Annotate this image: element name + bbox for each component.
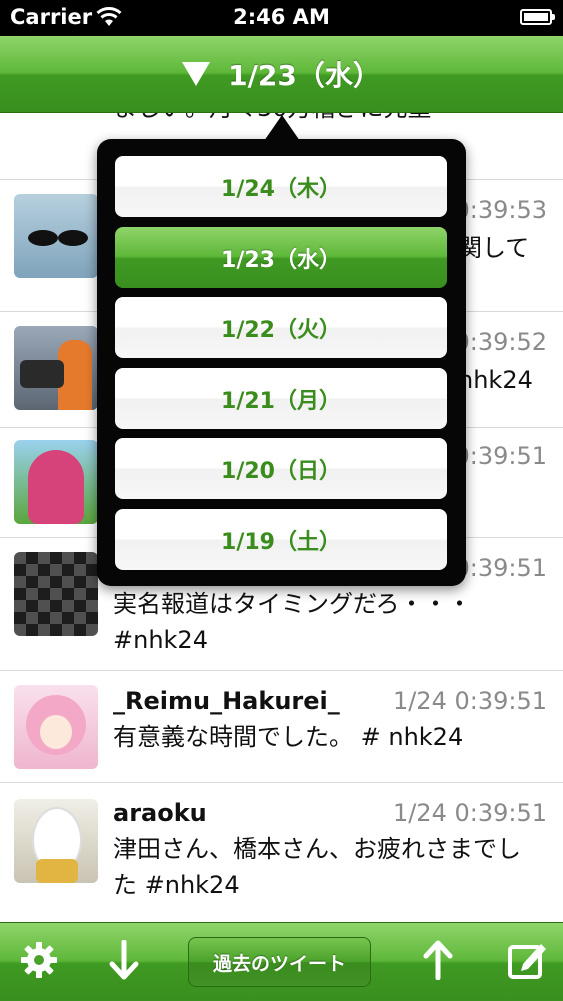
nav-bar: 1/23（水） xyxy=(0,36,563,113)
avatar[interactable] xyxy=(14,194,98,278)
tweet-text: 津田さん、橋本さん、お疲れさまでした #nhk24 xyxy=(113,835,521,899)
date-option[interactable]: 1/21（月） xyxy=(115,368,447,429)
tweet-row[interactable]: araoku 1/24 0:39:51 津田さん、橋本さん、お疲れさまでした #… xyxy=(0,783,563,922)
older-tweets-button[interactable]: 過去のツイート xyxy=(188,937,371,987)
tweet-text: 関して xyxy=(458,234,530,262)
clock: 2:46 AM xyxy=(233,5,330,29)
tweet-time: 0:39:51 xyxy=(454,554,547,582)
popover-arrow xyxy=(264,115,300,141)
compose-button[interactable] xyxy=(498,923,556,1001)
scroll-down-button[interactable] xyxy=(96,923,152,1001)
triangle-down-icon xyxy=(182,62,211,86)
avatar[interactable] xyxy=(14,799,98,883)
date-picker-popover: 1/24（木） 1/23（水） 1/22（火） 1/21（月） 1/20（日） … xyxy=(97,139,466,586)
tweet-row[interactable]: _Reimu_Hakurei_ 1/24 0:39:51 有意義な時間でした。 … xyxy=(0,671,563,783)
date-option[interactable]: 1/20（日） xyxy=(115,438,447,499)
arrow-up-icon xyxy=(423,940,453,984)
tweet-time: 0:39:52 xyxy=(454,328,547,356)
settings-button[interactable] xyxy=(10,923,68,1001)
tweet-time: 0:39:53 xyxy=(454,196,547,224)
compose-icon xyxy=(507,940,547,984)
avatar[interactable] xyxy=(14,440,98,524)
date-option[interactable]: 1/24（木） xyxy=(115,156,447,217)
scroll-up-button[interactable] xyxy=(410,923,466,1001)
date-option-selected[interactable]: 1/23（水） xyxy=(115,227,447,288)
battery-icon xyxy=(520,9,555,25)
date-option[interactable]: 1/22（火） xyxy=(115,297,447,358)
arrow-down-icon xyxy=(109,939,139,984)
tweet-username[interactable]: _Reimu_Hakurei_ xyxy=(113,687,340,715)
date-option[interactable]: 1/19（土） xyxy=(115,509,447,570)
tweet-text: ましい。月々30万稽ぎに先重 xyxy=(113,112,543,126)
tweet-text: nhk24 xyxy=(458,366,533,394)
avatar[interactable] xyxy=(14,552,98,636)
gear-icon xyxy=(20,941,58,983)
avatar[interactable] xyxy=(14,685,98,769)
bottom-toolbar: 過去のツイート xyxy=(0,922,563,1001)
date-selector-button[interactable]: 1/23（水） xyxy=(0,36,563,112)
avatar[interactable] xyxy=(14,326,98,410)
tweet-text: 実名報道はタイミングだろ・・・ #nhk24 xyxy=(113,590,472,654)
tweet-time: 1/24 0:39:51 xyxy=(392,799,547,827)
tweet-username[interactable]: araoku xyxy=(113,799,207,827)
tweet-time: 0:39:51 xyxy=(454,442,547,470)
nav-title: 1/23（水） xyxy=(228,59,381,92)
tweet-time: 1/24 0:39:51 xyxy=(392,687,547,715)
status-bar: Carrier 2:46 AM xyxy=(0,0,563,36)
tweet-text: 有意義な時間でした。 # nhk24 xyxy=(113,723,464,751)
